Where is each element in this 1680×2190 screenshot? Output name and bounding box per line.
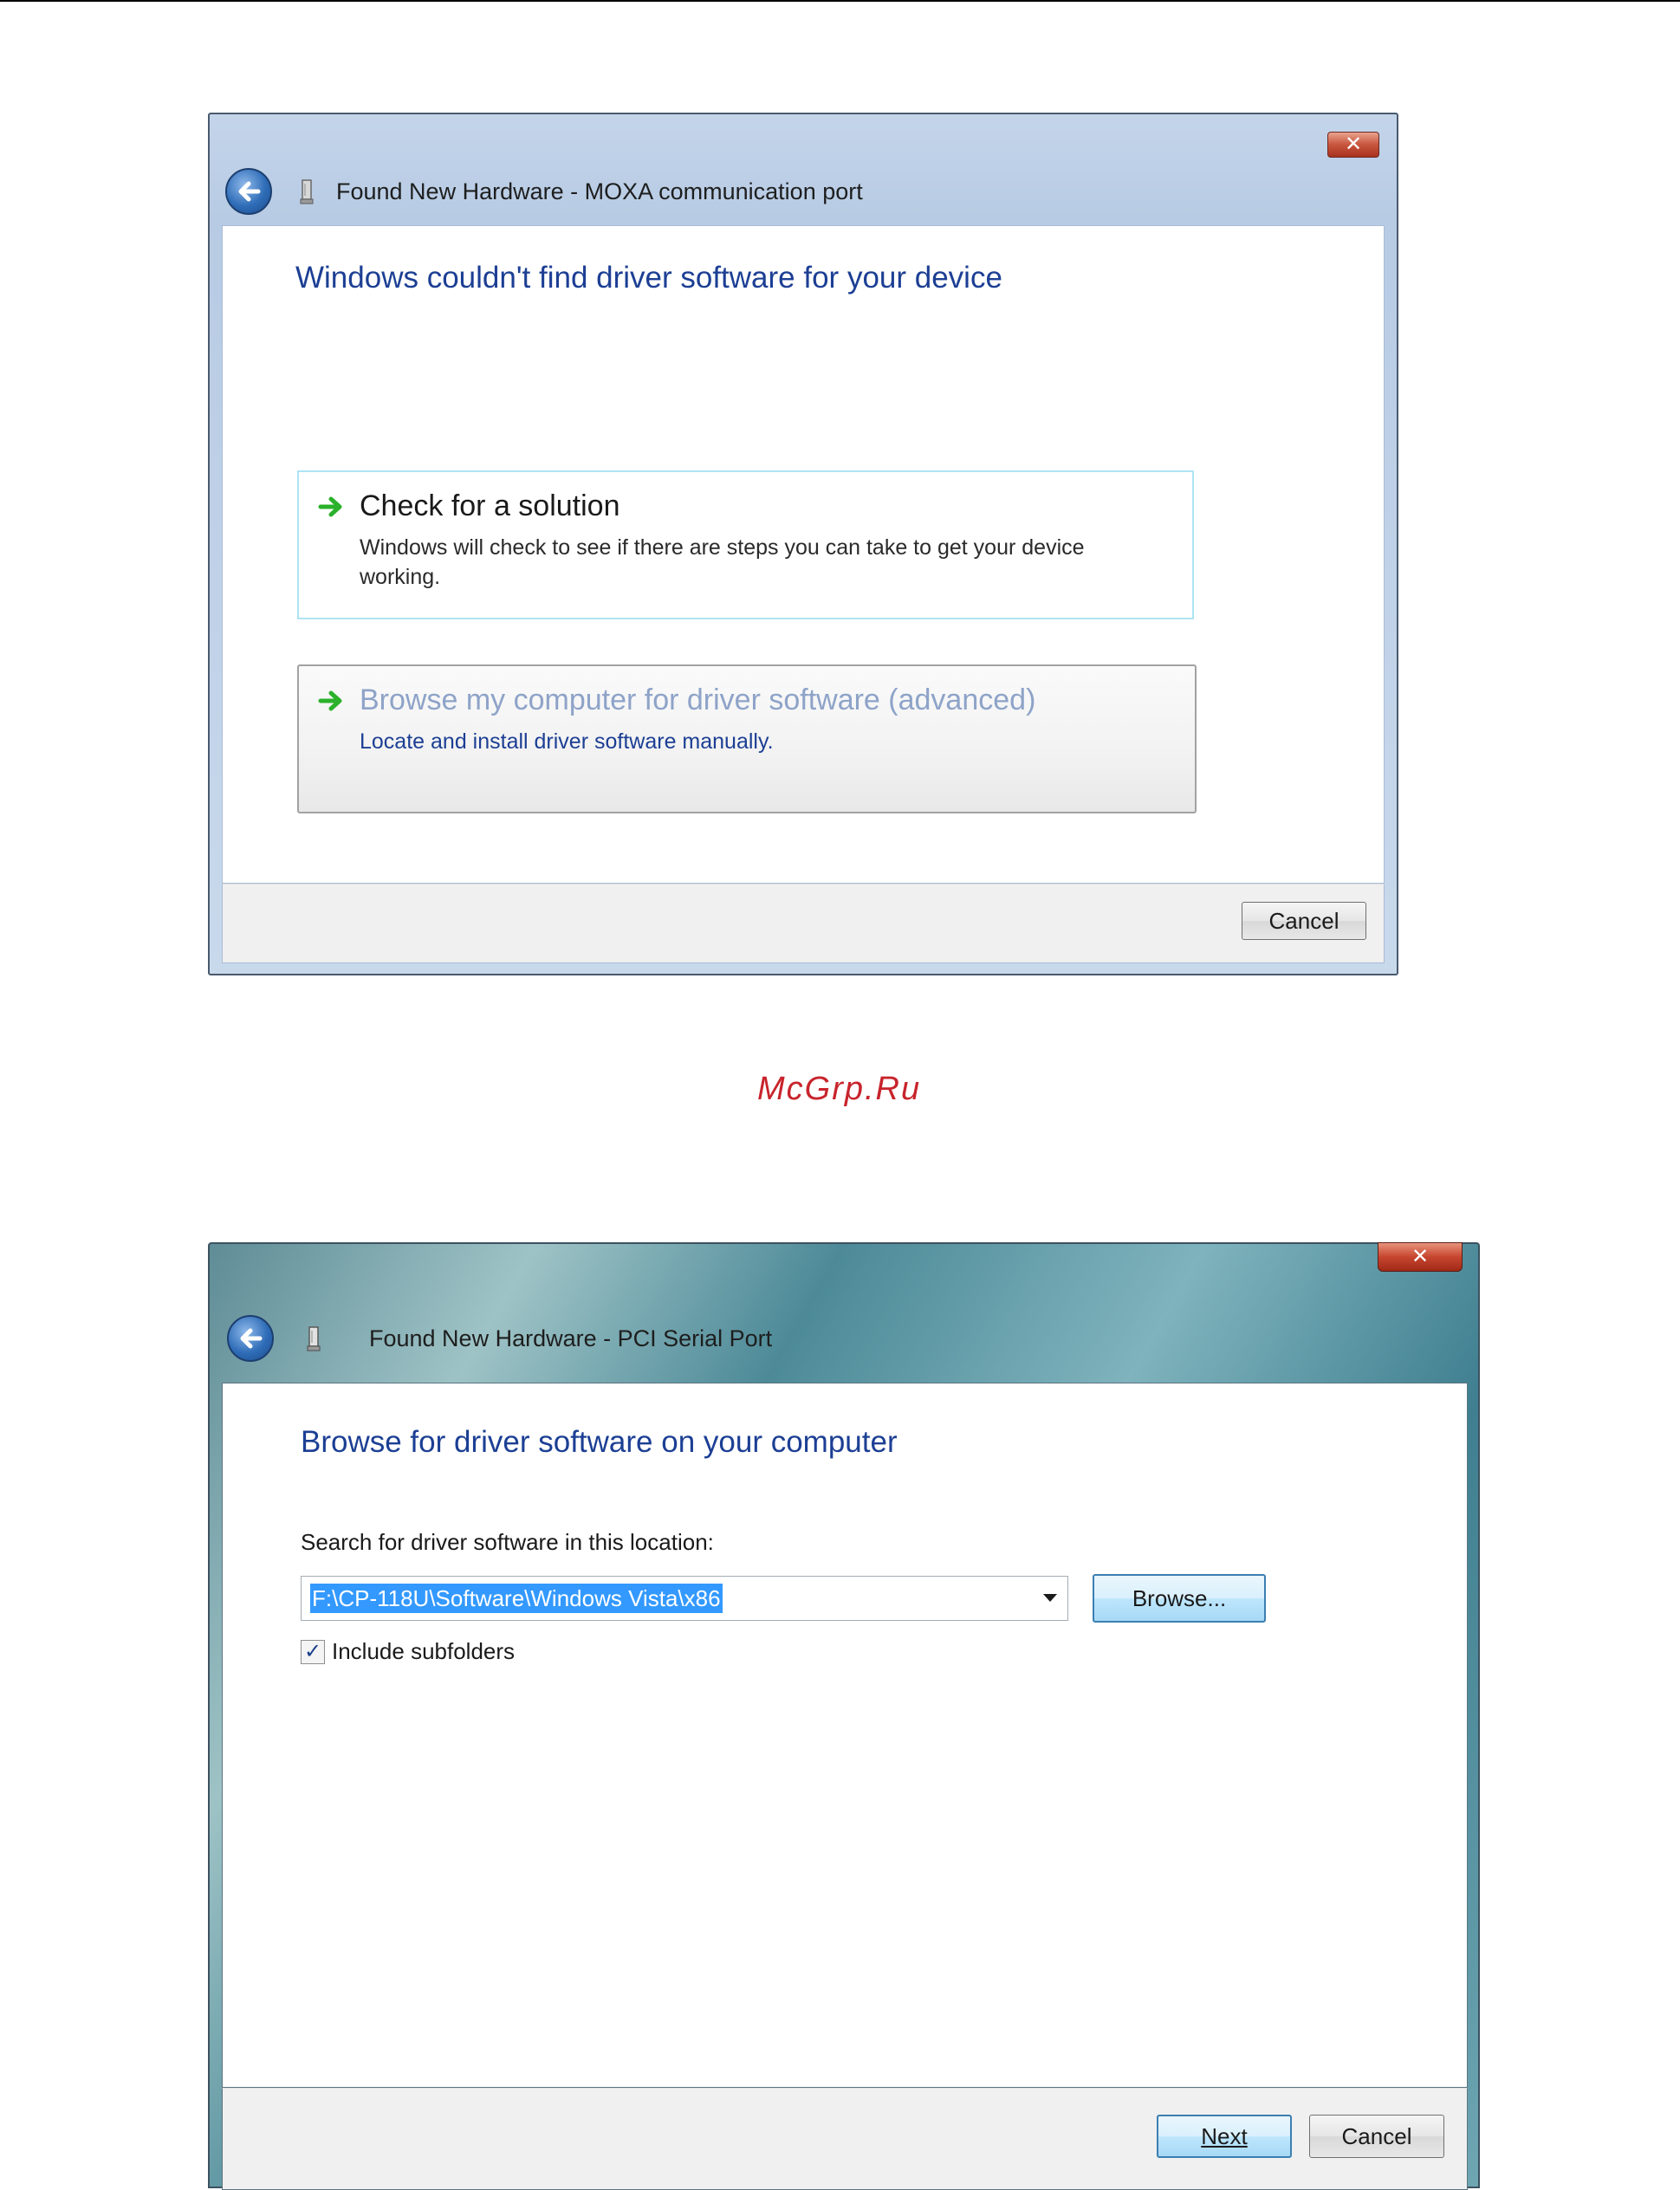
checkmark-icon: ✓ bbox=[303, 1640, 322, 1663]
option-description: Windows will check to see if there are s… bbox=[360, 535, 1085, 589]
dialog-found-new-hardware-moxa: ✕ Found New Hardware - MOXA communicatio… bbox=[208, 113, 1398, 975]
page-top-rule bbox=[0, 0, 1680, 2]
browse-my-computer-option[interactable]: Browse my computer for driver software (… bbox=[297, 664, 1197, 813]
back-arrow-icon bbox=[238, 181, 261, 202]
green-arrow-icon bbox=[318, 496, 342, 517]
cancel-button[interactable]: Cancel bbox=[1242, 902, 1366, 940]
window-title: Found New Hardware - MOXA communication … bbox=[336, 178, 863, 204]
include-subfolders-label[interactable]: Include subfolders bbox=[332, 1638, 515, 1665]
close-icon: ✕ bbox=[1344, 133, 1363, 156]
page-heading: Browse for driver software on your compu… bbox=[301, 1425, 898, 1459]
close-button[interactable]: ✕ bbox=[1378, 1242, 1463, 1272]
location-combobox[interactable]: F:\CP-118U\Software\Windows Vista\x86 bbox=[301, 1576, 1068, 1621]
option-description: Locate and install driver software manua… bbox=[360, 729, 774, 754]
cancel-button[interactable]: Cancel bbox=[1309, 2115, 1444, 2158]
back-button[interactable] bbox=[225, 168, 272, 215]
watermark: McGrp.Ru bbox=[757, 1071, 922, 1107]
back-arrow-icon bbox=[240, 1328, 263, 1349]
page-heading: Windows couldn't find driver software fo… bbox=[295, 261, 1002, 295]
option-title: Browse my computer for driver software (… bbox=[360, 684, 1036, 716]
dialog-found-new-hardware-pci: ✕ Found New Hardware - PCI Serial Port B… bbox=[208, 1242, 1480, 2190]
window-title: Found New Hardware - PCI Serial Port bbox=[369, 1325, 773, 1351]
include-subfolders-checkbox[interactable]: ✓ bbox=[301, 1640, 325, 1664]
browse-button[interactable]: Browse... bbox=[1093, 1574, 1266, 1623]
check-for-solution-option[interactable]: Check for a solution Windows will check … bbox=[297, 470, 1194, 619]
search-location-label: Search for driver software in this locat… bbox=[301, 1529, 714, 1555]
dialog-footer: Cancel bbox=[222, 884, 1385, 963]
option-title: Check for a solution bbox=[360, 489, 620, 522]
chevron-down-icon[interactable] bbox=[1043, 1594, 1057, 1602]
dialog-content: Browse for driver software on your compu… bbox=[222, 1383, 1468, 2088]
back-button[interactable] bbox=[227, 1315, 274, 1362]
green-arrow-icon bbox=[318, 690, 342, 711]
hardware-device-icon bbox=[307, 1326, 321, 1351]
dialog-content: Windows couldn't find driver software fo… bbox=[222, 225, 1385, 884]
location-value: F:\CP-118U\Software\Windows Vista\x86 bbox=[310, 1584, 723, 1613]
close-button[interactable]: ✕ bbox=[1327, 132, 1379, 158]
hardware-device-icon bbox=[300, 179, 314, 204]
next-button[interactable]: Next bbox=[1157, 2115, 1292, 2158]
dialog-footer: Next Cancel bbox=[222, 2088, 1468, 2190]
close-icon: ✕ bbox=[1411, 1245, 1430, 1268]
